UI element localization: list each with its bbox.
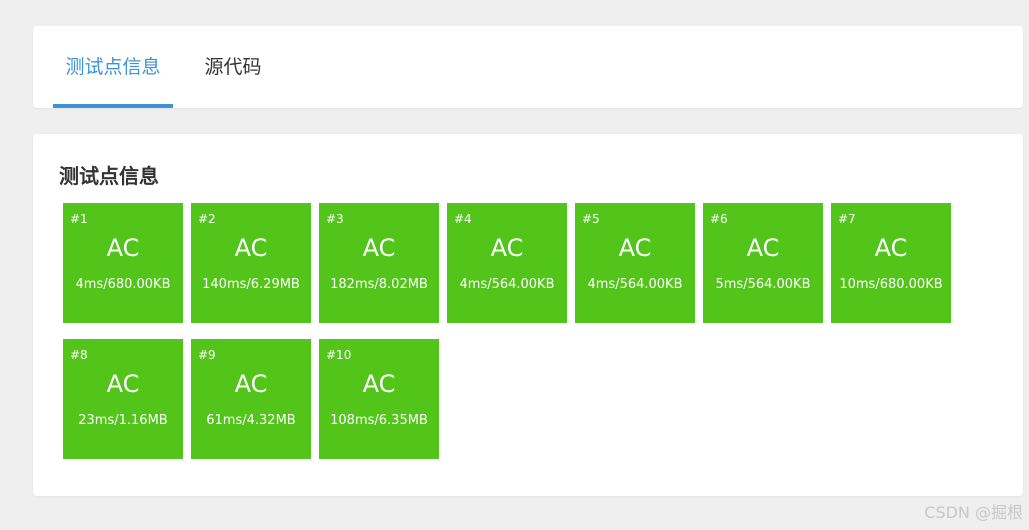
test-case-status: AC <box>874 234 908 262</box>
test-case-id: #5 <box>582 212 600 226</box>
test-case-stats: 4ms/564.00KB <box>459 277 555 292</box>
test-case-id: #4 <box>454 212 472 226</box>
test-case-status: AC <box>362 370 396 398</box>
section-title: 测试点信息 <box>59 164 159 188</box>
test-case-tile[interactable]: #2 AC 140ms/6.29MB <box>191 203 311 323</box>
test-case-id: #8 <box>70 348 88 362</box>
test-case-status: AC <box>362 234 396 262</box>
test-case-id: #6 <box>710 212 728 226</box>
test-case-status: AC <box>106 234 140 262</box>
test-case-id: #1 <box>70 212 88 226</box>
test-case-tile[interactable]: #1 AC 4ms/680.00KB <box>63 203 183 323</box>
test-case-stats: 4ms/680.00KB <box>75 277 171 292</box>
test-case-stats: 108ms/6.35MB <box>330 413 428 428</box>
test-case-tile[interactable]: #8 AC 23ms/1.16MB <box>63 339 183 459</box>
test-case-status: AC <box>490 234 524 262</box>
test-case-tile[interactable]: #10 AC 108ms/6.35MB <box>319 339 439 459</box>
test-case-tile[interactable]: #5 AC 4ms/564.00KB <box>575 203 695 323</box>
test-case-stats: 140ms/6.29MB <box>202 277 300 292</box>
test-case-status: AC <box>234 370 268 398</box>
test-case-tile[interactable]: #6 AC 5ms/564.00KB <box>703 203 823 323</box>
test-case-tile[interactable]: #9 AC 61ms/4.32MB <box>191 339 311 459</box>
test-info-panel: 测试点信息 #1 AC 4ms/680.00KB #2 AC 140ms/6.2… <box>33 134 1023 496</box>
csdn-watermark: CSDN @掘根 <box>924 503 1023 522</box>
tab-source-code[interactable]: 源代码 <box>198 26 268 108</box>
test-case-id: #9 <box>198 348 216 362</box>
tabs-bar: 测试点信息 源代码 <box>33 26 1023 108</box>
test-case-id: #2 <box>198 212 216 226</box>
test-case-id: #3 <box>326 212 344 226</box>
test-case-id: #7 <box>838 212 856 226</box>
test-case-stats: 182ms/8.02MB <box>330 277 428 292</box>
tab-test-info[interactable]: 测试点信息 <box>53 26 173 108</box>
test-case-id: #10 <box>326 348 352 362</box>
test-case-stats: 23ms/1.16MB <box>78 413 168 428</box>
test-case-status: AC <box>234 234 268 262</box>
test-case-status: AC <box>106 370 140 398</box>
test-case-tile[interactable]: #3 AC 182ms/8.02MB <box>319 203 439 323</box>
test-case-stats: 4ms/564.00KB <box>587 277 683 292</box>
test-case-status: AC <box>746 234 780 262</box>
test-case-tile[interactable]: #4 AC 4ms/564.00KB <box>447 203 567 323</box>
test-case-status: AC <box>618 234 652 262</box>
test-case-tile[interactable]: #7 AC 10ms/680.00KB <box>831 203 951 323</box>
test-case-stats: 5ms/564.00KB <box>715 277 811 292</box>
test-case-stats: 61ms/4.32MB <box>206 413 296 428</box>
test-case-stats: 10ms/680.00KB <box>839 277 943 292</box>
